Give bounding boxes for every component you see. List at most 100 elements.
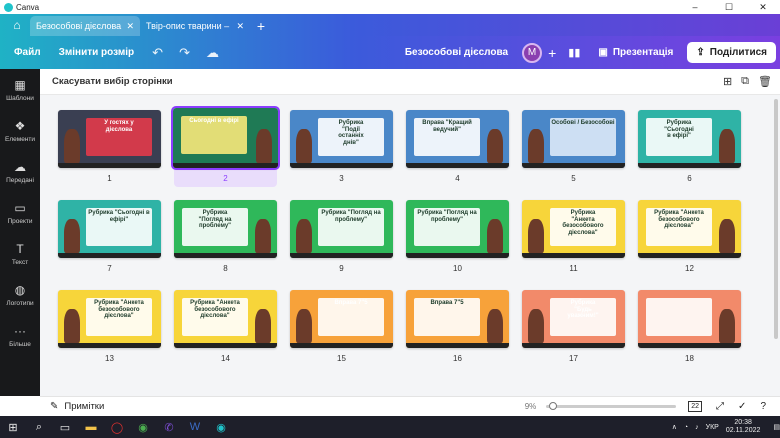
word-icon[interactable]: W (182, 421, 208, 433)
windows-start-icon[interactable]: ⊞ (0, 421, 26, 434)
page-thumbnail-cell[interactable]: Рубрика "Анкета безособового дієслова" 11 (522, 197, 625, 277)
page-thumbnail-cell[interactable]: Рубрика "Анкета безособового дієслова" 14 (174, 287, 277, 367)
file-explorer-icon[interactable]: ▬ (78, 421, 104, 433)
page-thumbnail[interactable]: Рубрика "Погляд на проблему" (174, 200, 277, 258)
page-thumbnail-cell[interactable]: Рубрика "Події останніх днів" 3 (290, 107, 393, 187)
sidebar-item-text[interactable]: T Текст (0, 241, 40, 282)
page-thumbnail[interactable]: У гостях у дієслова (58, 110, 161, 168)
page-thumbnail[interactable]: Рубрика "Анкета безособового дієслова" (638, 200, 741, 258)
cloud-sync-icon[interactable]: ☁ (206, 45, 219, 61)
page-thumbnail[interactable] (638, 290, 741, 348)
page-thumbnail[interactable]: Вправа "Кращий ведучий" (406, 110, 509, 168)
vertical-scrollbar[interactable] (774, 99, 778, 339)
help-icon[interactable]: ? (760, 401, 766, 412)
page-thumbnail-cell[interactable]: Рубрика "Анкета безособового дієслова" 13 (58, 287, 161, 367)
chrome-icon[interactable]: ◉ (130, 421, 156, 434)
slide-title: Рубрика "Будь уважним!" (567, 300, 599, 319)
new-tab-icon[interactable]: + (250, 16, 272, 36)
zoom-slider-handle[interactable] (548, 402, 557, 410)
person-illustration (528, 219, 544, 253)
maximize-button[interactable]: ☐ (712, 2, 746, 13)
page-thumbnail-cell[interactable]: Рубрика "Сьогодні в ефірі" 6 (638, 107, 741, 187)
clock[interactable]: 20:38 02.11.2022 (726, 419, 761, 435)
page-thumbnail[interactable]: Рубрика "Сьогодні в ефірі" (58, 200, 161, 258)
page-thumbnail-cell[interactable]: Вправа 7"5 16 (406, 287, 509, 367)
grid-header: Скасувати вибір сторінки ⊞ ⧉ 🗑 (40, 69, 780, 95)
sidebar-item-uploads[interactable]: ☁ Передані (0, 159, 40, 200)
page-thumbnail[interactable]: Рубрика "Анкета безособового дієслова" (522, 200, 625, 258)
close-window-button[interactable]: ✕ (746, 2, 780, 13)
page-count-badge[interactable]: 22 (688, 401, 703, 412)
page-thumbnail[interactable]: Вправа 7"5 (406, 290, 509, 348)
viber-icon[interactable]: ✆ (156, 421, 182, 434)
check-icon[interactable]: ✓ (738, 401, 746, 412)
page-thumbnail[interactable]: Рубрика "Погляд на проблему" (406, 200, 509, 258)
notifications-icon[interactable]: ▤ (773, 423, 780, 431)
volume-icon[interactable]: ♪ (695, 424, 699, 431)
slide-bottom-strip (638, 253, 741, 258)
document-title[interactable]: Безособові дієслова (405, 47, 508, 58)
tab-document-1[interactable]: Безособові дієслова ... ✕ (30, 16, 140, 36)
page-thumbnail-cell[interactable]: Рубрика "Сьогодні в ефірі" 7 (58, 197, 161, 277)
fullscreen-icon[interactable]: ⤢ (716, 401, 724, 412)
duplicate-page-icon[interactable]: ⧉ (741, 75, 749, 88)
page-thumbnail-cell[interactable]: У гостях у дієслова 1 (58, 107, 161, 187)
page-thumbnail[interactable]: Рубрика "Анкета безособового дієслова" (174, 290, 277, 348)
page-thumbnail-cell[interactable]: Сьогодні в ефірі 2 (171, 106, 280, 187)
page-thumbnail-cell[interactable]: 18 (638, 287, 741, 367)
page-thumbnail-cell[interactable]: Вправа "Кращий ведучий" 4 (406, 107, 509, 187)
resize-button[interactable]: Змінити розмір (59, 47, 135, 58)
page-thumbnail-cell[interactable]: Рубрика "Будь уважним!" 17 (522, 287, 625, 367)
page-thumbnail[interactable]: Рубрика "Анкета безособового дієслова" (58, 290, 161, 348)
tab-document-2[interactable]: Твір-опис тварини – ... ✕ (140, 16, 250, 36)
delete-page-icon[interactable]: 🗑 (758, 75, 772, 88)
search-icon[interactable]: ⌕ (26, 421, 52, 434)
page-number: 6 (687, 174, 692, 183)
language-indicator[interactable]: УКР (706, 424, 719, 431)
notes-icon[interactable]: ✎ (50, 401, 58, 412)
cancel-selection-button[interactable]: Скасувати вибір сторінки (52, 76, 173, 87)
file-menu-button[interactable]: Файл (14, 47, 41, 58)
page-thumbnail-cell[interactable]: Особові / Безособові 5 (522, 107, 625, 187)
page-thumbnail[interactable]: Рубрика "Сьогодні в ефірі" (638, 110, 741, 168)
close-tab-icon[interactable]: ✕ (236, 21, 244, 32)
redo-icon[interactable]: ↷ (179, 45, 190, 61)
page-thumbnail-cell[interactable]: Рубрика "Погляд на проблему" 10 (406, 197, 509, 277)
sidebar-item-elements[interactable]: ❖ Елементи (0, 118, 40, 159)
tray-arrow-icon[interactable]: ∧ (672, 423, 677, 431)
close-tab-icon[interactable]: ✕ (126, 21, 134, 32)
page-thumbnail[interactable]: Особові / Безособові (522, 110, 625, 168)
page-thumbnail[interactable]: Рубрика "Погляд на проблему" (290, 200, 393, 258)
page-thumbnail[interactable]: Сьогодні в ефірі (171, 106, 280, 170)
page-number: 15 (337, 354, 346, 363)
sidebar-item-projects[interactable]: ▭ Проекти (0, 200, 40, 241)
sidebar-item-logos[interactable]: ◍ Логотипи (0, 282, 40, 323)
share-button[interactable]: ⇪ Поділитися (687, 42, 776, 63)
page-thumbnail-cell[interactable]: Рубрика "Погляд на проблему" 8 (174, 197, 277, 277)
page-thumbnail[interactable]: Рубрика "Події останніх днів" (290, 110, 393, 168)
present-button[interactable]: ▣ Презентація (590, 43, 681, 62)
page-number: 8 (223, 264, 228, 273)
page-thumbnail[interactable]: Вправа 7"5 (290, 290, 393, 348)
add-collaborator-icon[interactable]: + (548, 45, 556, 61)
home-icon[interactable]: ⌂ (4, 14, 30, 36)
zoom-slider[interactable] (546, 402, 677, 410)
person-illustration (255, 219, 271, 253)
sidebar-item-more[interactable]: ··· Більше (0, 323, 40, 364)
page-thumbnail[interactable]: Рубрика "Будь уважним!" (522, 290, 625, 348)
avatar[interactable]: M (522, 42, 543, 63)
insights-icon[interactable]: ▮▮ (568, 46, 580, 59)
canva-taskbar-icon[interactable]: ◉ (208, 421, 234, 434)
person-illustration (487, 129, 503, 163)
add-page-icon[interactable]: ⊞ (723, 75, 732, 88)
page-thumbnail-cell[interactable]: Вправа 7"5 15 (290, 287, 393, 367)
network-icon[interactable]: ◔ (684, 424, 688, 431)
opera-icon[interactable]: ◯ (104, 421, 130, 434)
notes-button[interactable]: Примітки (64, 401, 104, 412)
task-view-icon[interactable]: ▭ (52, 421, 78, 434)
page-thumbnail-cell[interactable]: Рубрика "Погляд на проблему" 9 (290, 197, 393, 277)
minimize-button[interactable]: – (678, 2, 712, 13)
sidebar-item-templates[interactable]: ▦ Шаблони (0, 77, 40, 118)
undo-icon[interactable]: ↶ (152, 45, 163, 61)
page-thumbnail-cell[interactable]: Рубрика "Анкета безособового дієслова" 12 (638, 197, 741, 277)
